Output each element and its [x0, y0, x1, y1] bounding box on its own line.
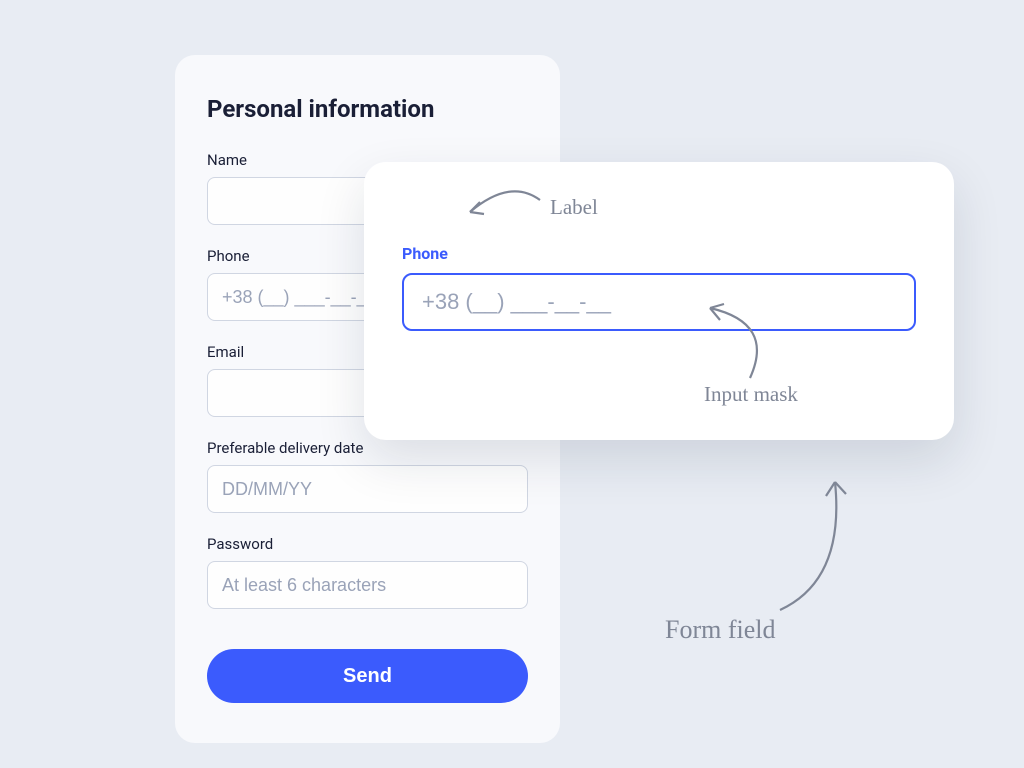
annotation-form-field: Form field: [665, 615, 776, 645]
annotation-label: Label: [550, 195, 598, 220]
form-title: Personal information: [207, 95, 528, 123]
arrow-form-field-icon: [770, 470, 890, 620]
date-input[interactable]: [207, 465, 528, 513]
password-label: Password: [207, 535, 528, 553]
callout-phone-input[interactable]: [402, 273, 916, 331]
field-group-password: Password: [207, 535, 528, 609]
callout-card: Phone: [364, 162, 954, 440]
callout-phone-label: Phone: [402, 244, 916, 263]
send-button[interactable]: Send: [207, 649, 528, 703]
annotation-input-mask: Input mask: [704, 382, 798, 407]
date-label: Preferable delivery date: [207, 439, 528, 457]
field-group-date: Preferable delivery date: [207, 439, 528, 513]
password-input[interactable]: [207, 561, 528, 609]
